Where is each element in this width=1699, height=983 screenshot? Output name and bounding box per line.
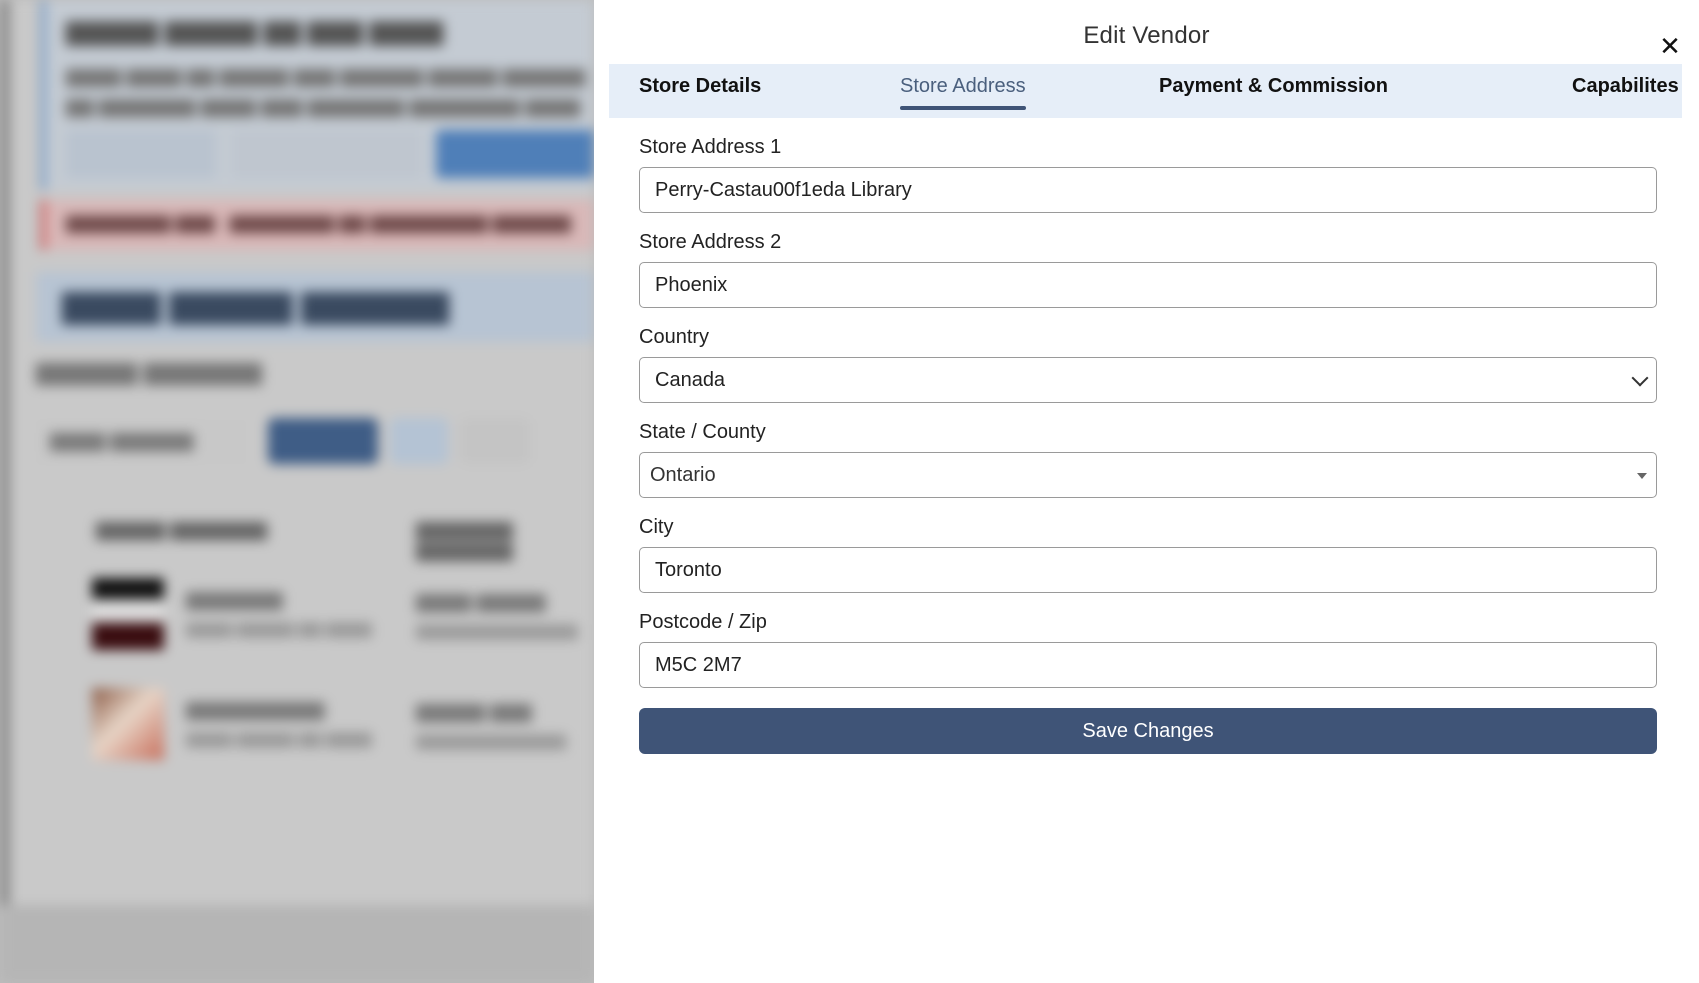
background-row-text: ▇▇▇▇▇▇▇▇▇▇: [186, 700, 325, 720]
background-row-subtext: ▇▇▇▇▇▇▇▇▇▇▇▇▇▇: [416, 623, 578, 640]
background-row-subtext: ▇▇▇▇ ▇▇▇▇▇ ▇▇ ▇▇▇▇: [186, 731, 372, 748]
background-row-subtext: ▇▇▇▇▇▇▇▇▇▇▇▇▇: [416, 733, 566, 750]
postcode-input[interactable]: [639, 642, 1657, 688]
tab-payment-commission[interactable]: Payment & Commission: [1159, 64, 1388, 118]
city-label: City: [639, 516, 674, 538]
background-notice-button: [66, 130, 216, 178]
background-alert-text: ▇▇▇▇▇▇▇▇ ▇▇▇ · ▇▇▇▇▇▇▇▇ ▇▇ ▇▇▇▇▇▇▇▇▇ ▇▇▇…: [66, 214, 571, 233]
tab-bar: Store Details Store Address Payment & Co…: [609, 64, 1682, 118]
background-button: [390, 418, 448, 464]
store-address-2-label: Store Address 2: [639, 231, 782, 253]
background-button: [268, 418, 378, 464]
background-thumbnail: [92, 688, 164, 760]
background-footer: [0, 905, 594, 983]
edit-vendor-drawer: Edit Vendor ✕ Store Details Store Addres…: [594, 0, 1699, 983]
background-notice-title: ▇▇▇▇▇ ▇▇▇▇▇ ▇▇ ▇▇▇ ▇▇▇▇: [66, 19, 444, 46]
state-select[interactable]: Ontario: [639, 452, 1657, 498]
store-address-2-input[interactable]: [639, 262, 1657, 308]
save-changes-button[interactable]: Save Changes: [639, 708, 1657, 754]
background-notice-button: [232, 130, 422, 178]
country-label: Country: [639, 326, 710, 348]
background-row-text: ▇▇▇▇ ▇▇▇▇▇: [416, 592, 546, 612]
store-address-1-input[interactable]: [639, 167, 1657, 213]
background-thumbnail: [92, 578, 164, 650]
state-label: State / County: [639, 421, 766, 443]
state-selected-value: Ontario: [650, 464, 716, 486]
store-address-1-label: Store Address 1: [639, 136, 782, 158]
tab-capabilities[interactable]: Capabilites: [1572, 64, 1679, 118]
field-store-address-2: Store Address 2: [639, 231, 1657, 326]
field-country: Country Canada: [639, 326, 1657, 421]
chevron-down-icon: [1631, 369, 1649, 387]
close-button[interactable]: ✕: [1656, 32, 1684, 60]
background-sidebar-edge: [0, 0, 10, 983]
city-input[interactable]: [639, 547, 1657, 593]
background-table-header: ▇▇▇▇▇ ▇▇▇▇▇▇▇: [96, 520, 268, 540]
background-row-subtext: ▇▇▇▇ ▇▇▇▇▇ ▇▇ ▇▇▇▇: [186, 621, 372, 638]
background-page-blurred: ▇▇▇▇▇ ▇▇▇▇▇ ▇▇ ▇▇▇ ▇▇▇▇ ▇▇▇▇ ▇▇▇▇ ▇▇ ▇▇▇…: [0, 0, 594, 983]
background-notice-button: [436, 130, 594, 178]
close-icon: ✕: [1659, 31, 1681, 61]
country-select[interactable]: Canada: [639, 357, 1657, 403]
background-button: [460, 418, 530, 464]
background-row-text: ▇▇▇▇▇▇▇: [186, 590, 283, 610]
background-table-header: ▇▇▇▇▇▇▇ ▇▇▇▇▇▇▇: [416, 520, 513, 561]
caret-down-icon: [1637, 473, 1647, 479]
tab-store-details[interactable]: Store Details: [639, 64, 761, 118]
tab-store-address[interactable]: Store Address: [900, 64, 1026, 118]
postcode-label: Postcode / Zip: [639, 611, 767, 633]
field-city: City: [639, 516, 1657, 611]
field-postcode: Postcode / Zip: [639, 611, 1657, 706]
drawer-title: Edit Vendor: [1083, 22, 1210, 49]
store-address-form: Store Address 1 Store Address 2 Country …: [639, 136, 1657, 706]
background-row-text: ▇▇▇▇▇ ▇▇▇: [416, 702, 532, 722]
background-subheading: ▇▇▇▇▇▇ ▇▇▇▇▇▇▇: [36, 360, 263, 385]
background-header-title: ▇▇▇▇ ▇▇▇▇▇ ▇▇▇▇▇▇: [62, 288, 449, 324]
field-state: State / County Ontario: [639, 421, 1657, 516]
field-store-address-1: Store Address 1: [639, 136, 1657, 231]
country-selected-value: Canada: [655, 369, 726, 391]
background-bulk-select: ▇▇▇▇ ▇▇▇▇▇▇: [36, 420, 246, 464]
background-notice-text: ▇▇▇▇ ▇▇▇▇ ▇▇ ▇▇▇▇▇ ▇▇▇ ▇▇▇▇▇▇ ▇▇▇▇▇ ▇▇▇▇…: [66, 67, 586, 117]
